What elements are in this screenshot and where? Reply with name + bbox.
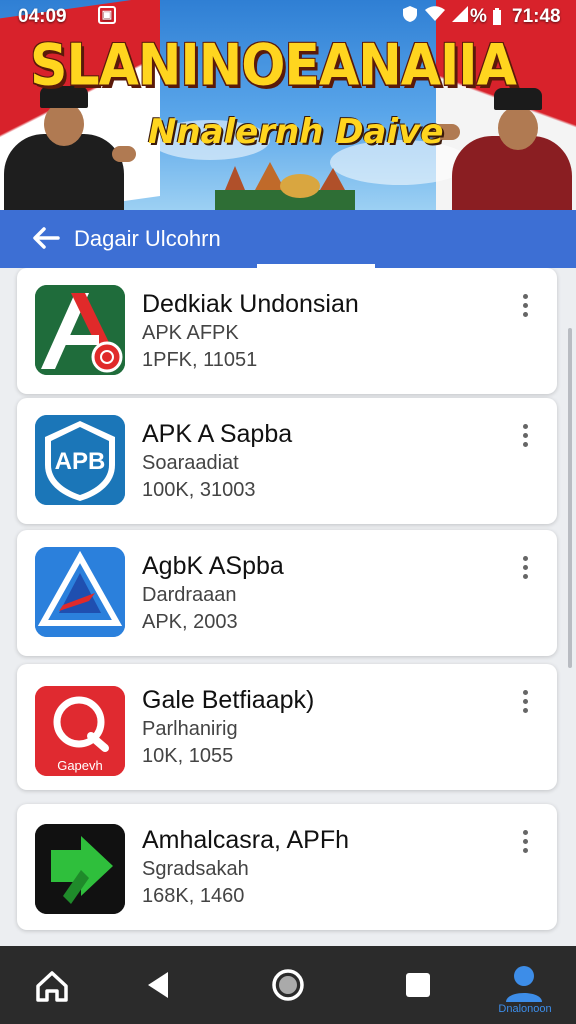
status-time: 04:09	[18, 6, 67, 27]
more-options-icon[interactable]	[515, 294, 535, 324]
home-circle-icon[interactable]	[258, 960, 318, 1010]
back-icon[interactable]	[130, 960, 190, 1010]
app-subtitle: APK AFPK	[142, 322, 239, 344]
app-meta: 1PFK, 11051	[142, 349, 258, 371]
home-icon[interactable]	[22, 960, 82, 1010]
recents-icon[interactable]	[388, 960, 448, 1010]
status-clock: 71:48	[512, 6, 561, 27]
scrollbar[interactable]	[568, 328, 572, 668]
search-q-icon: Gapevh	[35, 686, 125, 776]
back-arrow-icon[interactable]	[30, 222, 62, 254]
profile-label: Dnalonoon	[498, 1003, 552, 1015]
list-item[interactable]: Dedkiak Undonsian APK AFPK 1PFK, 11051	[17, 268, 557, 394]
shield-icon	[403, 6, 417, 22]
notification-icon: ▣	[98, 6, 116, 24]
temple-illustration	[215, 162, 355, 210]
banner-title: SLANINOEANAIIA	[30, 33, 517, 99]
person-right-illustration	[426, 84, 576, 210]
toolbar-title: Dagair Ulcohrn	[74, 226, 221, 251]
banner-subtitle: Nnalernh Daive	[148, 112, 444, 152]
letter-a-icon	[35, 285, 125, 375]
battery-indicator: %	[470, 6, 487, 27]
signal-icon	[452, 6, 468, 22]
app-name: Gale Betfiaapk)	[142, 686, 315, 714]
more-options-icon[interactable]	[515, 690, 535, 720]
list-item[interactable]: AgbK ASpba Dardraaan APK, 2003	[17, 530, 557, 656]
list-item[interactable]: APB APK A Sapba Soaraadiat 100K, 31003	[17, 398, 557, 524]
app-meta: 10K, 1055	[142, 745, 234, 767]
triangle-a-icon	[35, 547, 125, 637]
navigation-bar: Dnalonoon	[0, 946, 576, 1024]
app-meta: 100K, 31003	[142, 479, 256, 501]
list-item[interactable]: Amhalcasra, APFh Sgradsakah 168K, 1460	[17, 804, 557, 930]
more-options-icon[interactable]	[515, 424, 535, 454]
wifi-icon	[425, 6, 445, 21]
person-left-illustration	[0, 80, 150, 210]
battery-icon	[493, 8, 501, 25]
app-subtitle: Sgradsakah	[142, 858, 249, 880]
app-subtitle: Soaraadiat	[142, 452, 239, 474]
app-meta: APK, 2003	[142, 611, 238, 633]
app-name: APK A Sapba	[142, 420, 293, 448]
list-item[interactable]: Gapevh Gale Betfiaapk) Parlhanirig 10K, …	[17, 664, 557, 790]
apb-shield-icon: APB	[35, 415, 125, 505]
app-name: AgbK ASpba	[142, 552, 284, 580]
app-name: Amhalcasra, APFh	[142, 826, 350, 854]
app-name: Dedkiak Undonsian	[142, 290, 359, 318]
gapevh-icon-text: Gapevh	[57, 758, 103, 773]
status-bar: 04:09 ▣ % 71:48	[0, 0, 576, 34]
app-subtitle: Parlhanirig	[142, 718, 238, 740]
green-arrow-icon	[35, 824, 125, 914]
apb-icon-text: APB	[55, 448, 106, 475]
app-list[interactable]: Dedkiak Undonsian APK AFPK 1PFK, 11051 A…	[0, 268, 576, 946]
app-subtitle: Dardraaan	[142, 584, 237, 606]
status-icons	[402, 5, 468, 23]
more-options-icon[interactable]	[515, 556, 535, 586]
app-toolbar: Dagair Ulcohrn	[0, 210, 576, 268]
app-meta: 168K, 1460	[142, 885, 245, 907]
more-options-icon[interactable]	[515, 830, 535, 860]
